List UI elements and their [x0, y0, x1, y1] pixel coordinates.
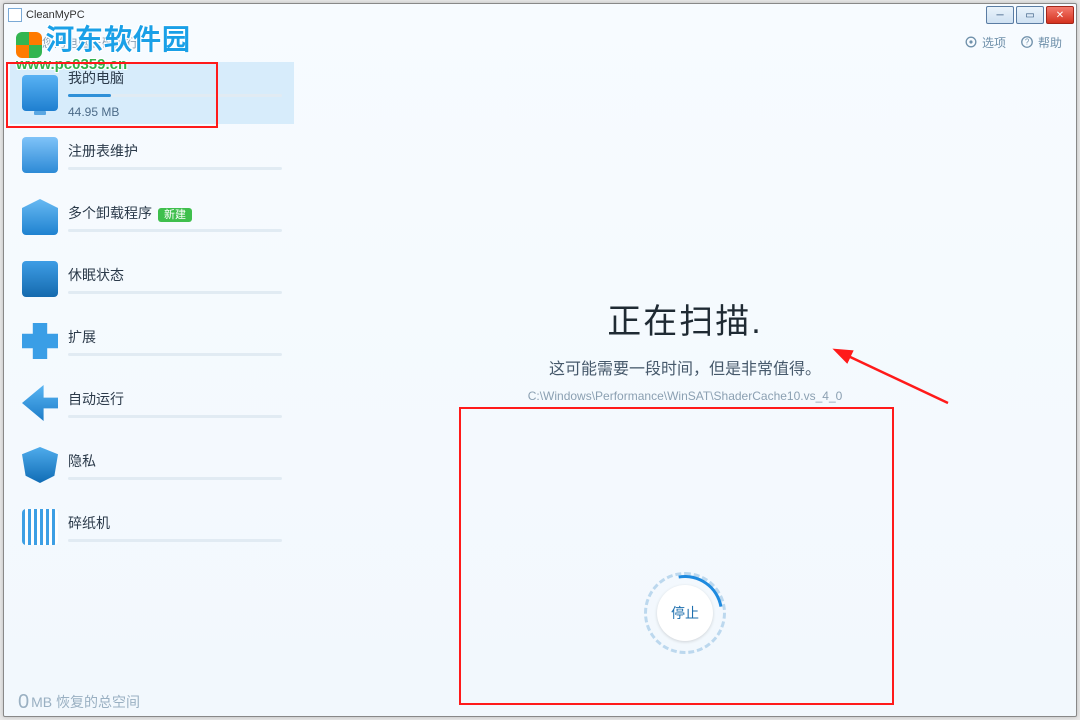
svg-text:?: ? [1025, 38, 1030, 47]
plane-icon [22, 385, 58, 421]
stop-control: 停止 [644, 572, 726, 654]
scan-path: C:\Windows\Performance\WinSAT\ShaderCach… [294, 389, 1076, 403]
footer: 0 MB 恢复的总空间 [4, 688, 1076, 716]
shield-icon [22, 447, 58, 483]
footer-unit: MB [31, 694, 52, 710]
new-badge: 新建 [158, 208, 192, 222]
sidebar-item-hibernate[interactable]: 休眠状态 [10, 248, 294, 310]
sidebar-item-label: 隐私 [68, 451, 282, 471]
sidebar-item-registry[interactable]: 注册表维护 [10, 124, 294, 186]
sidebar-item-uninstaller[interactable]: 多个卸载程序新建 [10, 186, 294, 248]
sidebar-item-sub: 44.95 MB [68, 105, 282, 119]
sidebar-item-privacy[interactable]: 隐私 [10, 434, 294, 496]
maximize-button[interactable]: ▭ [1016, 6, 1044, 24]
options-link[interactable]: 选项 [964, 34, 1006, 51]
close-button[interactable]: ✕ [1046, 6, 1074, 24]
registry-icon [22, 137, 58, 173]
app-icon [8, 8, 22, 22]
sidebar-item-label: 多个卸载程序新建 [68, 203, 282, 223]
box-icon [22, 199, 58, 235]
minimize-button[interactable]: ─ [986, 6, 1014, 24]
header-strip: 保持您的电脑正确运行 选项 ? 帮助 [4, 26, 1076, 58]
sidebar: 我的电脑 44.95 MB 注册表维护 多个卸载程序新建 休眠状态 扩展 [4, 58, 294, 688]
titlebar: CleanMyPC ─ ▭ ✕ [4, 4, 1076, 26]
sidebar-item-mycomputer[interactable]: 我的电脑 44.95 MB [10, 62, 294, 124]
sidebar-item-label: 扩展 [68, 327, 282, 347]
help-label: 帮助 [1038, 34, 1062, 51]
sleep-icon [22, 261, 58, 297]
stop-button[interactable]: 停止 [657, 585, 713, 641]
main-panel: 正在扫描. 这可能需要一段时间，但是非常值得。 C:\Windows\Perfo… [294, 58, 1076, 688]
sidebar-item-shredder[interactable]: 碎纸机 [10, 496, 294, 558]
sidebar-item-label: 休眠状态 [68, 265, 282, 285]
monitor-icon [22, 75, 58, 111]
progress-ring: 停止 [644, 572, 726, 654]
scan-title: 正在扫描. [294, 294, 1076, 343]
window-title: CleanMyPC [26, 9, 984, 21]
scan-subtitle: 这可能需要一段时间，但是非常值得。 [294, 355, 1076, 379]
sidebar-item-label: 注册表维护 [68, 141, 282, 161]
gear-icon [964, 35, 978, 49]
sidebar-item-label: 碎纸机 [68, 513, 282, 533]
sidebar-item-extensions[interactable]: 扩展 [10, 310, 294, 372]
footer-label: 恢复的总空间 [56, 692, 140, 712]
sidebar-item-autorun[interactable]: 自动运行 [10, 372, 294, 434]
shredder-icon [22, 509, 58, 545]
footer-value: 0 [18, 691, 29, 714]
puzzle-icon [22, 323, 58, 359]
sidebar-item-label: 自动运行 [68, 389, 282, 409]
app-window: CleanMyPC ─ ▭ ✕ 保持您的电脑正确运行 选项 ? 帮助 我 [3, 3, 1077, 717]
help-link[interactable]: ? 帮助 [1020, 34, 1062, 51]
tagline: 保持您的电脑正确运行 [18, 34, 950, 51]
sidebar-item-label: 我的电脑 [68, 68, 282, 88]
options-label: 选项 [982, 34, 1006, 51]
progress-bar [68, 94, 282, 97]
help-icon: ? [1020, 35, 1034, 49]
